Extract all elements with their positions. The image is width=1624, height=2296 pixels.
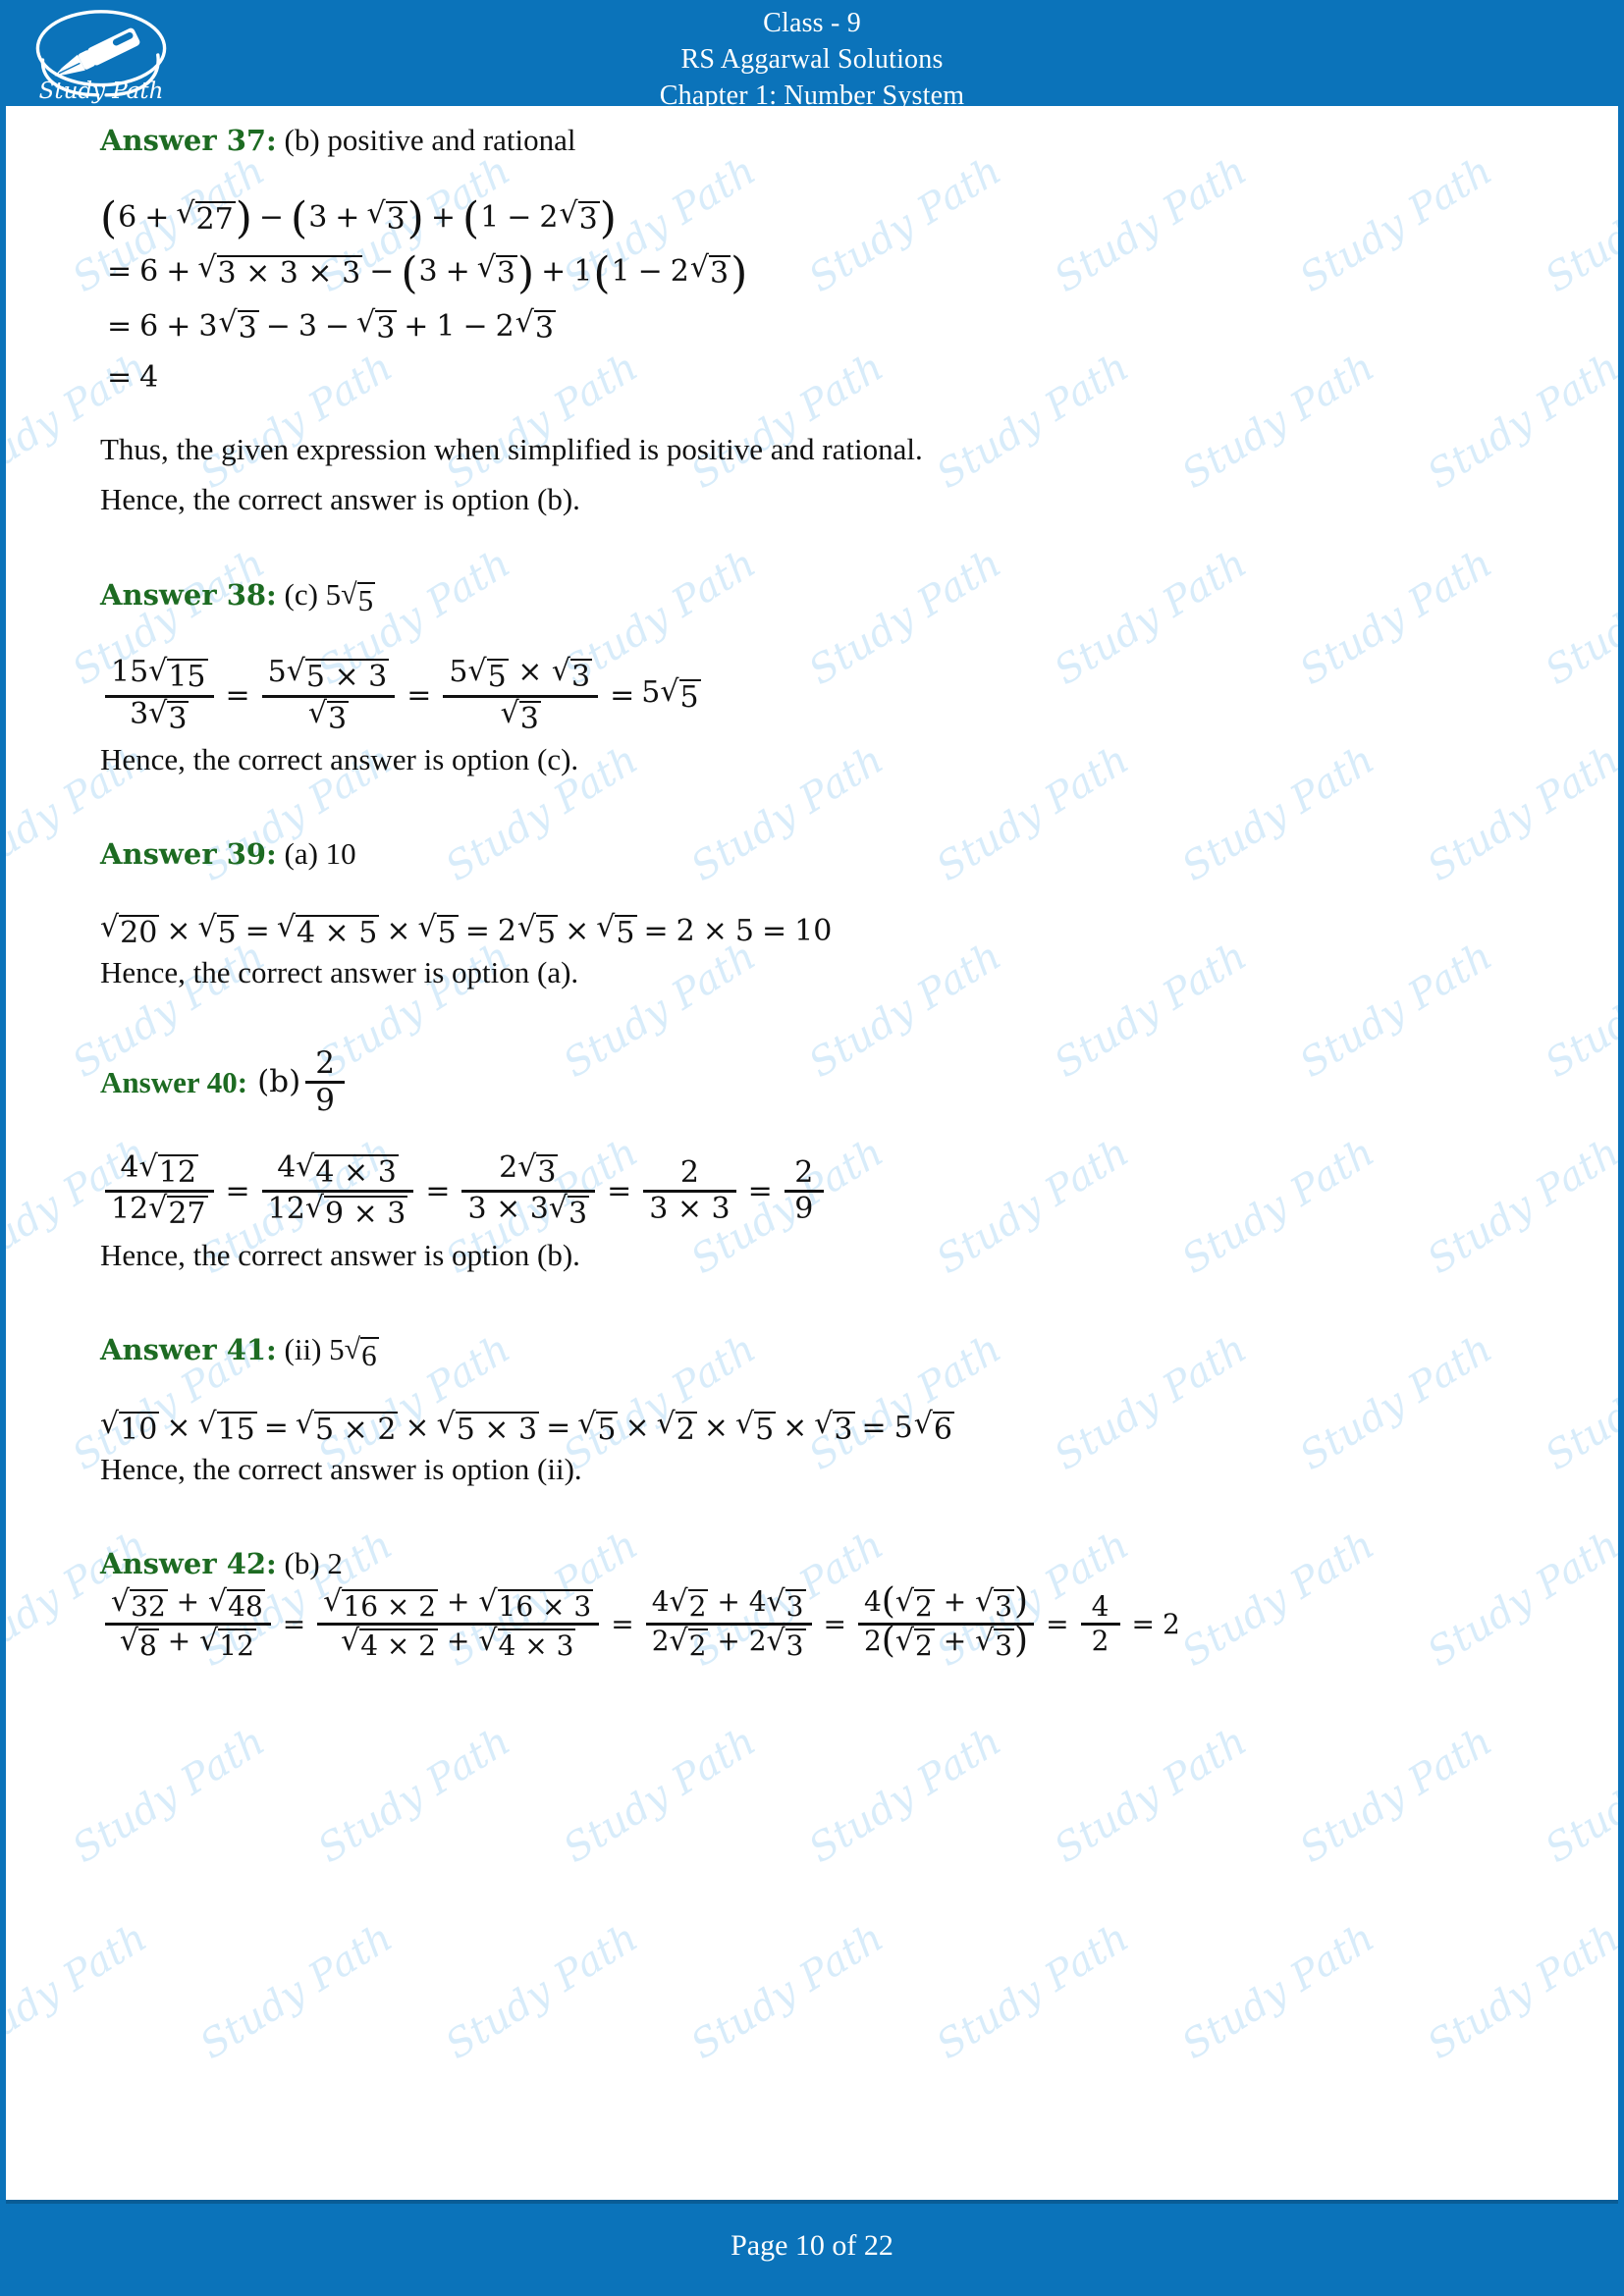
answer-40-option-fraction: 29 bbox=[305, 1046, 346, 1118]
answer-37-label: Answer 37: bbox=[100, 124, 277, 157]
answer-37-prose-2: Hence, the correct answer is option (b). bbox=[100, 482, 580, 517]
page-footer: Page 10 of 22 bbox=[6, 2200, 1618, 2296]
answer-40-heading: Answer 40: (b) 29 bbox=[100, 1046, 1536, 1118]
answer-38-prose-1: Hence, the correct answer is option (c). bbox=[100, 742, 579, 777]
answer-37-heading: Answer 37: (b) positive and rational bbox=[100, 120, 1536, 161]
page-header: Study Path Class - 9 RS Aggarwal Solutio… bbox=[6, 0, 1618, 111]
page-content: Answer 37: (b) positive and rational (6 +… bbox=[6, 106, 1618, 2204]
answer-39-prose-1: Hence, the correct answer is option (a). bbox=[100, 954, 579, 989]
answer-41-option: (ii) 5 √ 6 bbox=[284, 1331, 379, 1372]
page-indicator: Page 10 of 22 bbox=[731, 2229, 893, 2262]
header-titles: Class - 9 RS Aggarwal Solutions Chapter … bbox=[6, 6, 1618, 115]
header-book-line: RS Aggarwal Solutions bbox=[680, 43, 944, 75]
answer-38-line-1: 15 √ 15 3 √ 3 = 5 √ 5 × 3 √ 3 = 5 √ 5 × √ 3 √ 3 = 5… bbox=[100, 656, 1536, 736]
answer-41-prose-1: Hence, the correct answer is option (ii)… bbox=[100, 1451, 582, 1486]
answer-37-line-3: = 6 +3 √ 3 −3− √ 3 +1−2 √ 3 bbox=[107, 304, 556, 346]
answer-41-label: Answer 41: bbox=[100, 1332, 277, 1366]
answer-39-heading: Answer 39: (a) 10 bbox=[100, 833, 1536, 875]
answer-39-line-1: √ 20 × √ 5 = √ 4 × 5 × √ 5 = 2 √ 5 × √ 5 = 2 × 5 =… bbox=[100, 910, 833, 951]
answer-37-line-2: = 6 + √ 3 × 3 × 3 − (3 + √ 3) +1 (1−2 √ 3) bbox=[107, 247, 748, 298]
answer-37-line-1: (6 + √ 27) − (3 + √ 3) + (1−2 √ 3) bbox=[100, 193, 617, 243]
answer-42-option: (b) 2 bbox=[284, 1545, 343, 1580]
answer-41-heading: Answer 41: (ii) 5 √ 6 bbox=[100, 1329, 1536, 1372]
answer-40-option-letter: (b) bbox=[257, 1063, 301, 1099]
answer-40-label: Answer 40: bbox=[100, 1064, 248, 1099]
header-class-line: Class - 9 bbox=[763, 8, 861, 38]
answer-38-option: (c) 5 √ 5 bbox=[284, 576, 376, 617]
answer-37-prose-1: Thus, the given expression when simplifi… bbox=[100, 432, 923, 467]
answer-42-heading: Answer 42: (b) 2 bbox=[100, 1543, 1536, 1584]
answer-40-line-1: 4 √ 12 12 √ 27 = 4 √ 4 × 3 12 √ 9 × 3 = 2 √ 3 3 × … bbox=[100, 1151, 1536, 1232]
header-chapter-line: Chapter 1: Number System bbox=[659, 80, 965, 111]
answer-38-heading: Answer 38: (c) 5 √ 5 bbox=[100, 574, 1536, 617]
answer-37-option: (b) positive and rational bbox=[284, 123, 576, 157]
answer-37-line-4: = 4 bbox=[107, 360, 159, 396]
document-page: Study Path Study Path Study Path Study Path… bbox=[0, 0, 1624, 2296]
answer-39-label: Answer 39: bbox=[100, 837, 277, 872]
answer-39-option: (a) 10 bbox=[284, 836, 356, 872]
answer-41-line-1: √ 10 × √ 15 = √ 5 × 2 × √ 5 × 3 = √ 5 × √ 2 × … bbox=[100, 1407, 954, 1448]
answer-38-label: Answer 38: bbox=[100, 577, 277, 612]
answer-40-prose-1: Hence, the correct answer is option (b). bbox=[100, 1237, 580, 1272]
answer-42-label: Answer 42: bbox=[100, 1546, 277, 1580]
answer-42-line-1: √ 32 + √ 48 √ 8 + √ 12 = √ 16 × 2 + √ 16 × 3 √… bbox=[100, 1583, 1536, 1663]
